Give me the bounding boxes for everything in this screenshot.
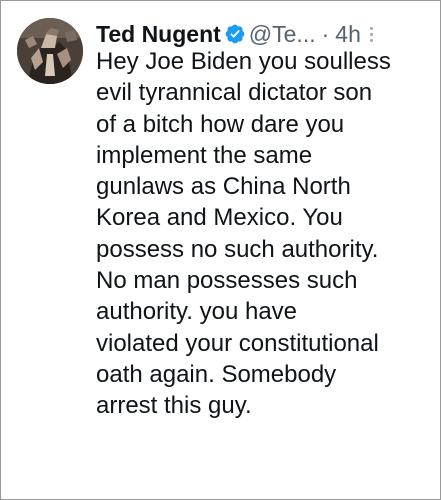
author-handle[interactable]: @Te... xyxy=(249,19,316,49)
tweet-text-line: Hey Joe Biden you soulless xyxy=(96,48,391,75)
separator-dot: · xyxy=(321,21,330,47)
tweet-card: Ted Nugent @Te... · 4h Hey Joe Biden you… xyxy=(0,0,441,500)
avatar[interactable] xyxy=(17,18,83,84)
tweet-text-line: arrest this guy. xyxy=(96,392,252,420)
tweet-text-line: Korea and Mexico. You xyxy=(96,204,343,232)
more-vertical-icon[interactable] xyxy=(369,24,375,44)
tweet-text-line: of a bitch how dare you xyxy=(96,110,345,138)
author-name[interactable]: Ted Nugent xyxy=(96,19,221,49)
tweet-text-line: violated your constitutional xyxy=(96,329,379,357)
verified-badge-icon xyxy=(224,23,246,45)
tweet-text-line: oath again. Somebody xyxy=(96,360,337,388)
tweet-text-line: evil tyrannical dictator son xyxy=(96,79,373,107)
tweet-text-line: gunlaws as China North xyxy=(96,173,351,201)
tweet-text-line: possess no such authority. xyxy=(96,235,379,263)
tweet-text-line: authority. you have xyxy=(96,298,298,326)
tweet-text-line: No man possesses such xyxy=(96,267,358,295)
avatar-photo xyxy=(17,18,83,84)
tweet-body: Hey Joe Biden you soulless evil tyrannic… xyxy=(96,46,436,422)
timestamp[interactable]: 4h xyxy=(335,19,361,49)
tweet-text-line: implement the same xyxy=(96,141,313,169)
